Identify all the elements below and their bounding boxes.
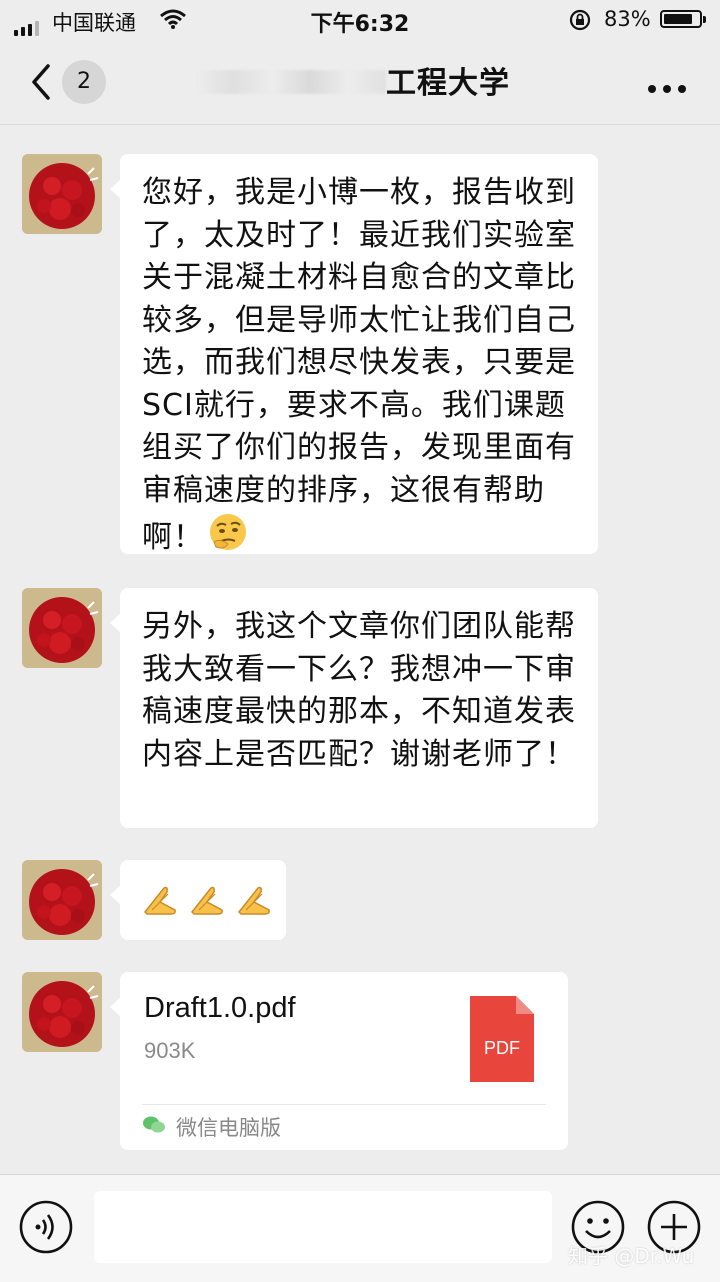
file-message-card[interactable]: Draft1.0.pdf 903K PDF 微信电脑版 bbox=[110, 972, 568, 1150]
watermark: 知乎 @Dr.Wu bbox=[568, 1244, 695, 1268]
message-bubble[interactable] bbox=[110, 860, 286, 940]
chat-header: 2 工程大学 bbox=[0, 40, 720, 125]
message-input[interactable] bbox=[94, 1191, 552, 1263]
message-text: 您好，我是小博一枚，报告收到了，太及时了！最近我们实验室关于混凝土材料自愈合的文… bbox=[142, 172, 578, 565]
chat-title: 工程大学 bbox=[386, 66, 510, 101]
voice-icon[interactable] bbox=[18, 1199, 74, 1255]
folded-hands-emoji bbox=[142, 880, 178, 920]
message-text: 另外，我这个文章你们团队能帮我大致看一下么？我想冲一下审稿速度最快的那本，不知道… bbox=[142, 609, 576, 772]
pdf-file-icon: PDF bbox=[470, 996, 534, 1082]
file-name: Draft1.0.pdf bbox=[144, 992, 296, 1024]
message-bubble[interactable]: 您好，我是小博一枚，报告收到了，太及时了！最近我们实验室关于混凝土材料自愈合的文… bbox=[110, 154, 598, 555]
file-size: 903K bbox=[144, 1038, 196, 1063]
wechat-icon bbox=[143, 1116, 165, 1133]
battery-icon bbox=[660, 10, 706, 28]
divider bbox=[142, 1104, 546, 1105]
folded-hands-emoji-group bbox=[142, 880, 286, 920]
avatar[interactable] bbox=[22, 972, 102, 1052]
rotation-lock-icon bbox=[569, 9, 591, 31]
battery-percent: 83% bbox=[604, 7, 651, 31]
avatar[interactable] bbox=[22, 860, 102, 940]
message-bubble[interactable]: 另外，我这个文章你们团队能帮我大致看一下么？我想冲一下审稿速度最快的那本，不知道… bbox=[110, 588, 598, 828]
blurred-title-part bbox=[196, 70, 386, 94]
more-dots-icon[interactable] bbox=[641, 78, 686, 97]
unread-count-badge[interactable]: 2 bbox=[62, 60, 106, 104]
avatar[interactable] bbox=[22, 154, 102, 234]
file-source: 微信电脑版 bbox=[176, 1116, 281, 1140]
status-bar: 中国联通 下午6:32 83% bbox=[0, 0, 720, 40]
chevron-left-icon[interactable] bbox=[26, 60, 66, 104]
folded-hands-emoji bbox=[236, 880, 272, 920]
avatar[interactable] bbox=[22, 588, 102, 668]
pdf-label: PDF bbox=[484, 1038, 520, 1058]
thinking-face-emoji bbox=[208, 512, 248, 565]
folded-hands-emoji bbox=[189, 880, 225, 920]
